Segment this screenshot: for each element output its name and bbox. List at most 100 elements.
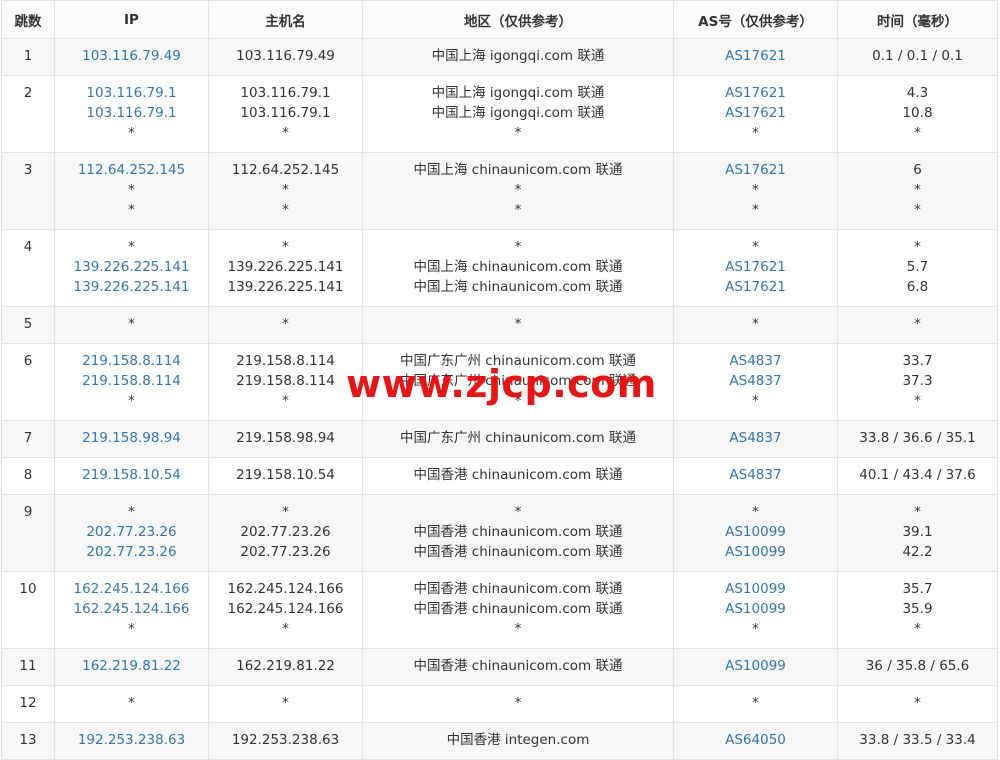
hop-cell: 12	[1, 685, 55, 723]
hostname-value: *	[282, 504, 289, 520]
ip-value: *	[128, 316, 135, 332]
region-value: 中国广东广州 chinaunicom.com 联通	[400, 430, 636, 446]
time-cell: 6 * *	[837, 152, 998, 230]
hostname-cell: * 139.226.225.141 139.226.225.141	[208, 229, 363, 307]
ip-cell: 112.64.252.145 * *	[54, 152, 209, 230]
ip-link[interactable]: 103.116.79.49	[55, 46, 208, 66]
time-value: 40.1 / 43.4 / 37.6	[859, 467, 976, 483]
asn-link[interactable]: AS17621	[674, 103, 837, 123]
time-value: 39.1	[902, 524, 933, 540]
asn-value: *	[752, 239, 759, 255]
hop-cell: 4	[1, 229, 55, 307]
hop-number: 3	[23, 162, 33, 178]
ip-link[interactable]: 219.158.10.54	[55, 465, 208, 485]
asn-link[interactable]: AS64050	[674, 730, 837, 750]
asn-link[interactable]: AS10099	[674, 522, 837, 542]
asn-link[interactable]: AS10099	[674, 542, 837, 562]
ip-cell: 219.158.98.94	[54, 420, 209, 458]
region-value: 中国上海 chinaunicom.com 联通	[413, 162, 623, 178]
hop-number: 8	[23, 467, 33, 483]
hostname-cell: 219.158.8.114 219.158.8.114 *	[208, 343, 363, 421]
ip-link[interactable]: 139.226.225.141	[55, 277, 208, 297]
time-value: 0.1 / 0.1 / 0.1	[872, 48, 963, 64]
asn-cell: AS4837	[673, 457, 838, 495]
time-value: 5.7	[906, 259, 929, 275]
time-value: 35.9	[902, 601, 933, 617]
region-value: 中国上海 igongqi.com 联通	[431, 85, 605, 101]
hostname-value: 192.253.238.63	[231, 732, 340, 748]
ip-link[interactable]: 103.116.79.1	[55, 83, 208, 103]
table-row: 8 219.158.10.54 219.158.10.54 中国香港 chinauni…	[1, 457, 998, 495]
time-value: 36 / 35.8 / 65.6	[865, 658, 970, 674]
ip-link[interactable]: 112.64.252.145	[55, 160, 208, 180]
asn-link[interactable]: AS17621	[674, 83, 837, 103]
time-value: *	[914, 125, 921, 141]
table-row: 13 192.253.238.63 192.253.238.63 中国香港 integ…	[1, 722, 998, 760]
time-value: *	[914, 239, 921, 255]
col-header-time: 时间（毫秒）	[837, 0, 998, 39]
ip-link[interactable]: 202.77.23.26	[55, 522, 208, 542]
region-cell: * 中国上海 chinaunicom.com 联通 中国上海 chinaunicom…	[362, 229, 674, 307]
asn-link[interactable]: AS17621	[674, 277, 837, 297]
hop-number: 5	[23, 316, 33, 332]
asn-cell: AS17621	[673, 38, 838, 76]
ip-link[interactable]: 202.77.23.26	[55, 542, 208, 562]
hostname-value: *	[282, 316, 289, 332]
hostname-cell: 192.253.238.63	[208, 722, 363, 760]
hostname-cell: 112.64.252.145 * *	[208, 152, 363, 230]
ip-cell: 219.158.10.54	[54, 457, 209, 495]
region-cell: 中国香港 chinaunicom.com 联通 中国香港 chinaunicom.…	[362, 571, 674, 649]
asn-link[interactable]: AS10099	[674, 599, 837, 619]
region-value: 中国香港 chinaunicom.com 联通	[413, 601, 623, 617]
ip-link[interactable]: 219.158.8.114	[55, 351, 208, 371]
hostname-value: *	[282, 202, 289, 218]
asn-link[interactable]: AS4837	[674, 428, 837, 448]
ip-link[interactable]: 219.158.8.114	[55, 371, 208, 391]
ip-link[interactable]: 139.226.225.141	[55, 257, 208, 277]
asn-link[interactable]: AS4837	[674, 465, 837, 485]
ip-cell: 103.116.79.1 103.116.79.1 *	[54, 75, 209, 153]
col-header-hop: 跳数	[1, 0, 55, 39]
ip-cell: * 139.226.225.141 139.226.225.141	[54, 229, 209, 307]
time-value: *	[914, 202, 921, 218]
hop-cell: 10	[1, 571, 55, 649]
region-value: *	[514, 182, 522, 198]
hop-number: 7	[23, 430, 33, 446]
region-value: *	[514, 202, 522, 218]
asn-cell: AS10099	[673, 648, 838, 686]
col-header-region: 地区（仅供参考）	[362, 0, 674, 39]
hostname-cell: 219.158.10.54	[208, 457, 363, 495]
hostname-value: 219.158.8.114	[236, 373, 335, 389]
hostname-cell: 219.158.98.94	[208, 420, 363, 458]
hop-number: 1	[23, 48, 33, 64]
ip-cell: 192.253.238.63	[54, 722, 209, 760]
hop-cell: 1	[1, 38, 55, 76]
ip-link[interactable]: 192.253.238.63	[55, 730, 208, 750]
ip-cell: 162.219.81.22	[54, 648, 209, 686]
region-value: 中国上海 chinaunicom.com 联通	[413, 259, 623, 275]
hostname-value: 103.116.79.49	[236, 48, 335, 64]
asn-link[interactable]: AS10099	[674, 579, 837, 599]
hop-cell: 6	[1, 343, 55, 421]
hop-number: 13	[19, 732, 37, 748]
asn-link[interactable]: AS4837	[674, 371, 837, 391]
asn-link[interactable]: AS17621	[674, 257, 837, 277]
ip-link[interactable]: 103.116.79.1	[55, 103, 208, 123]
ip-cell: *	[54, 685, 209, 723]
asn-link[interactable]: AS10099	[674, 656, 837, 676]
ip-cell: 219.158.8.114 219.158.8.114 *	[54, 343, 209, 421]
ip-link[interactable]: 162.245.124.166	[55, 599, 208, 619]
asn-link[interactable]: AS17621	[674, 160, 837, 180]
hop-number: 10	[19, 581, 37, 597]
asn-cell: AS17621 * *	[673, 152, 838, 230]
ip-link[interactable]: 162.219.81.22	[55, 656, 208, 676]
ip-value: *	[128, 125, 135, 141]
region-value: 中国香港 chinaunicom.com 联通	[413, 467, 623, 483]
ip-link[interactable]: 219.158.98.94	[55, 428, 208, 448]
asn-link[interactable]: AS4837	[674, 351, 837, 371]
region-cell: 中国上海 igongqi.com 联通 中国上海 igongqi.com 联通 *	[362, 75, 674, 153]
table-row: 11 162.219.81.22 162.219.81.22 中国香港 chinaun…	[1, 648, 998, 686]
asn-link[interactable]: AS17621	[674, 46, 837, 66]
ip-link[interactable]: 162.245.124.166	[55, 579, 208, 599]
hop-number: 2	[23, 85, 33, 101]
